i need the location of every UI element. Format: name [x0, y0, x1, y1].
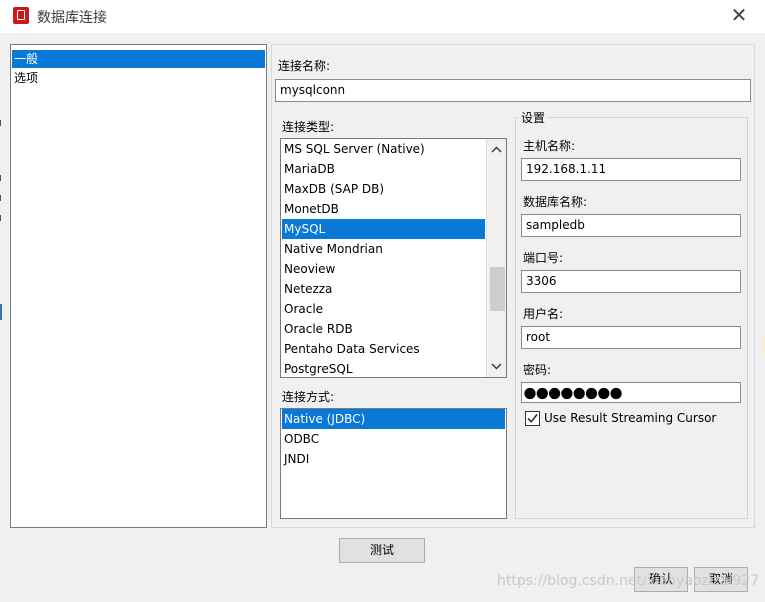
- background-edge: [0, 304, 2, 320]
- access-method-item[interactable]: ODBC: [282, 429, 505, 449]
- connection-type-item[interactable]: MonetDB: [282, 199, 485, 219]
- connection-type-item[interactable]: Netezza: [282, 279, 485, 299]
- connection-type-item[interactable]: PostgreSQL: [282, 359, 485, 377]
- connection-type-item[interactable]: MaxDB (SAP DB): [282, 179, 485, 199]
- streaming-cursor-label: Use Result Streaming Cursor: [544, 411, 717, 425]
- database-name-input[interactable]: sampledb: [521, 214, 741, 237]
- password-label: 密码:: [523, 363, 552, 377]
- settings-group-title: 设置: [519, 109, 548, 126]
- password-dot: [598, 387, 610, 400]
- access-method-item[interactable]: JNDI: [282, 449, 505, 469]
- watermark: https://blog.csdn.net/xiaoyaozizai927: [497, 573, 760, 589]
- check-icon: [527, 414, 538, 423]
- connection-type-item[interactable]: Pentaho Data Services: [282, 339, 485, 359]
- password-dot: [536, 387, 548, 400]
- title-bar: [0, 0, 765, 33]
- connection-type-item[interactable]: Oracle: [282, 299, 485, 319]
- port-input[interactable]: 3306: [521, 270, 741, 293]
- settings-nav-list: 一般 选项: [10, 44, 267, 528]
- background-edge: [0, 120, 1, 126]
- password-dot: [573, 387, 585, 400]
- connection-type-scrollbar[interactable]: [486, 139, 506, 377]
- access-method-list[interactable]: Native (JDBC) ODBC JNDI: [280, 408, 507, 519]
- test-button[interactable]: 测试: [339, 538, 425, 563]
- background-edge: [0, 175, 1, 181]
- scroll-thumb[interactable]: [490, 267, 505, 311]
- background-edge: [0, 215, 1, 221]
- close-icon[interactable]: ✕: [728, 4, 750, 26]
- connection-type-label: 连接类型:: [282, 120, 335, 134]
- app-icon: [13, 7, 29, 24]
- chevron-down-icon[interactable]: [487, 357, 506, 376]
- password-dot: [549, 387, 561, 400]
- access-method-label: 连接方式:: [282, 390, 335, 404]
- password-input[interactable]: [521, 382, 741, 403]
- window-title: 数据库连接: [37, 10, 107, 26]
- connection-type-item[interactable]: Oracle RDB: [282, 319, 485, 339]
- password-dot: [561, 387, 573, 400]
- background-edge: [0, 195, 1, 201]
- username-input[interactable]: root: [521, 326, 741, 349]
- connection-type-item[interactable]: Neoview: [282, 259, 485, 279]
- access-method-item[interactable]: Native (JDBC): [282, 409, 505, 429]
- password-dot: [585, 387, 598, 400]
- nav-item-options[interactable]: 选项: [12, 69, 265, 87]
- connection-type-item[interactable]: MySQL: [282, 219, 485, 239]
- port-label: 端口号:: [523, 251, 564, 265]
- connection-type-item[interactable]: MariaDB: [282, 159, 485, 179]
- username-label: 用户名:: [523, 307, 564, 321]
- chevron-up-icon[interactable]: [487, 140, 506, 159]
- connection-type-list[interactable]: MS SQL Server (Native) MariaDB MaxDB (SAP …: [280, 138, 507, 378]
- host-input[interactable]: 192.168.1.11: [521, 158, 741, 181]
- general-panel: 连接名称: mysqlconn 连接类型: MS SQL Server (Nat…: [271, 44, 755, 528]
- password-dot: [610, 387, 622, 400]
- connection-name-input[interactable]: mysqlconn: [275, 79, 751, 102]
- password-dot: [524, 387, 536, 400]
- connection-type-item[interactable]: Native Mondrian: [282, 239, 485, 259]
- connection-name-label: 连接名称:: [278, 59, 331, 73]
- host-label: 主机名称:: [523, 139, 576, 153]
- database-name-label: 数据库名称:: [523, 195, 588, 209]
- password-mask: [524, 387, 622, 400]
- nav-item-general[interactable]: 一般: [12, 50, 265, 68]
- streaming-cursor-checkbox[interactable]: [525, 411, 540, 426]
- connection-type-item[interactable]: MS SQL Server (Native): [282, 139, 485, 159]
